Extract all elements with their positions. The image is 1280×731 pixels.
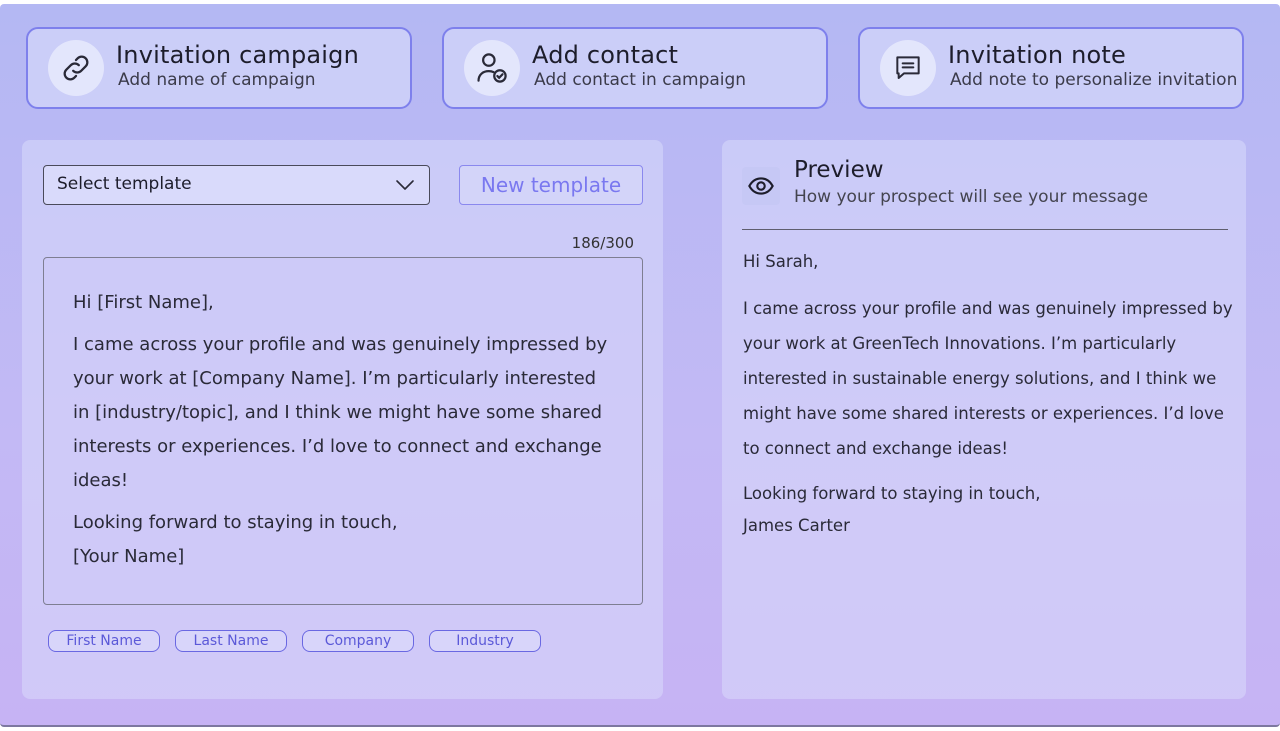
new-template-button[interactable]: New template <box>459 165 643 205</box>
preview-body: I came across your profile and was genui… <box>743 299 1233 458</box>
tag-company[interactable]: Company <box>302 630 414 652</box>
tag-industry[interactable]: Industry <box>429 630 541 652</box>
step-title: Invitation campaign <box>116 41 360 69</box>
preview-divider <box>742 229 1228 230</box>
preview-closing: Looking forward to staying in touch, <box>743 484 1041 503</box>
editor-panel: Select template New template 186/300 Hi … <box>22 140 663 699</box>
preview-greeting: Hi Sarah, <box>743 252 819 271</box>
message-closing: Looking forward to staying in touch, <box>73 512 398 533</box>
chevron-down-icon <box>396 180 414 190</box>
message-signature: [Your Name] <box>73 546 185 567</box>
message-body: I came across your profile and was genui… <box>73 334 608 491</box>
template-select-label: Select template <box>57 174 192 194</box>
preview-title: Preview <box>794 157 884 183</box>
step-invitation-campaign[interactable]: Invitation campaign Add name of campaign <box>26 27 412 109</box>
eye-icon-box <box>742 167 780 205</box>
message-icon <box>896 56 920 79</box>
user-icon-circle <box>464 40 520 96</box>
step-title: Invitation note <box>948 41 1126 69</box>
user-check-icon <box>477 53 507 83</box>
step-subtitle: Add note to personalize invitation <box>950 70 1238 90</box>
template-select[interactable]: Select template <box>43 165 430 205</box>
character-counter: 186/300 <box>571 234 634 252</box>
step-title: Add contact <box>532 41 679 69</box>
preview-panel: Preview How your prospect will see your … <box>722 140 1246 699</box>
preview-signature: James Carter <box>743 516 850 535</box>
link-icon <box>63 55 89 81</box>
link-icon-circle <box>48 40 104 96</box>
step-subtitle: Add name of campaign <box>118 70 316 90</box>
tag-last-name[interactable]: Last Name <box>175 630 287 652</box>
step-add-contact[interactable]: Add contact Add contact in campaign <box>442 27 828 109</box>
preview-subtitle: How your prospect will see your message <box>794 187 1149 207</box>
message-greeting: Hi [First Name], <box>73 292 214 313</box>
step-invitation-note[interactable]: Invitation note Add note to personalize … <box>858 27 1244 109</box>
step-subtitle: Add contact in campaign <box>534 70 747 90</box>
preview-message: Hi Sarah, I came across your profile and… <box>743 244 1235 542</box>
message-editor[interactable]: Hi [First Name], I came across your prof… <box>43 257 643 605</box>
message-icon-circle <box>880 40 936 96</box>
eye-icon <box>748 177 774 195</box>
app-frame: Invitation campaign Add name of campaign… <box>0 4 1280 727</box>
variable-tags: First Name Last Name Company Industry <box>48 630 541 652</box>
tag-first-name[interactable]: First Name <box>48 630 160 652</box>
